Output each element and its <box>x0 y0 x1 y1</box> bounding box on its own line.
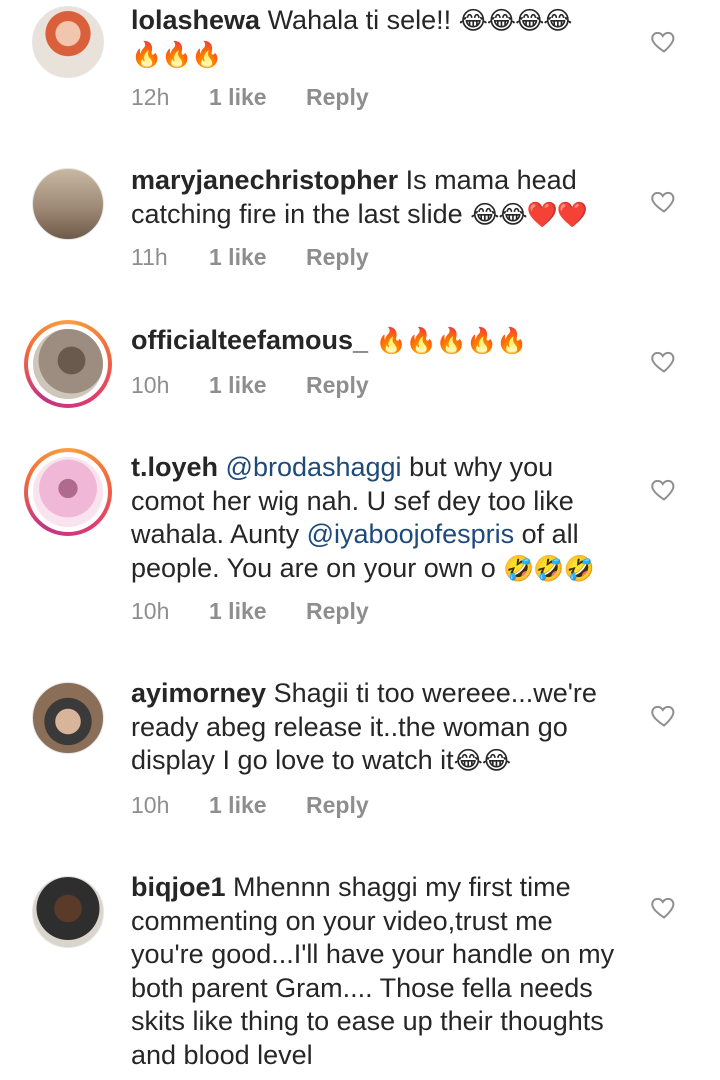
avatar-story-ring[interactable] <box>24 448 112 536</box>
mention-link[interactable]: @brodashaggi <box>226 452 402 482</box>
reply-button[interactable]: Reply <box>306 598 369 625</box>
avatar[interactable] <box>32 168 104 240</box>
comment-username[interactable]: officialteefamous_ <box>131 325 368 355</box>
comment-time: 10h <box>131 372 170 398</box>
comment-text: ayimorney Shagii ti too wereee...we're r… <box>131 677 631 778</box>
comment-likes[interactable]: 1 like <box>209 244 306 271</box>
reply-button[interactable]: Reply <box>306 372 369 399</box>
comment-username[interactable]: t.loyeh <box>131 452 218 482</box>
avatar-image <box>33 329 103 399</box>
comment-username[interactable]: lolashewa <box>131 5 260 35</box>
comment-text: maryjanechristopher Is mama head catchin… <box>131 164 631 231</box>
comment-time: 10h <box>131 598 170 624</box>
reply-button[interactable]: Reply <box>306 84 369 111</box>
avatar-image <box>32 876 104 948</box>
comment-username[interactable]: biqjoe1 <box>131 872 226 902</box>
comment-text: lolashewa Wahala ti sele!! 😂😂😂😂 🔥🔥🔥 <box>131 4 631 71</box>
heart-outline-icon[interactable] <box>650 27 678 55</box>
comment-emoji: 😂😂😂😂 <box>458 6 573 35</box>
comment-emoji: 🤣🤣🤣 <box>503 553 594 583</box>
comment-text: t.loyeh @brodashaggi but why you comot h… <box>131 451 631 585</box>
comment-meta: 10h 1 like Reply <box>131 598 369 625</box>
comment-emoji: 😂😂 <box>453 746 511 775</box>
heart-outline-icon[interactable] <box>650 893 678 921</box>
comment-time: 10h <box>131 792 170 818</box>
mention-link[interactable]: @iyaboojofespris <box>307 519 515 549</box>
comment-meta: 10h 1 like Reply <box>131 792 369 819</box>
comment-time: 12h <box>131 84 170 110</box>
comment-emoji: 🔥🔥🔥 <box>131 39 222 69</box>
comment-body: Wahala ti sele!! <box>267 5 459 35</box>
comment-likes[interactable]: 1 like <box>209 84 306 111</box>
comment-time: 11h <box>131 244 168 270</box>
reply-button[interactable]: Reply <box>306 244 369 271</box>
avatar-image <box>33 457 103 527</box>
comment-meta: 12h 1 like Reply <box>131 84 369 111</box>
avatar-image <box>32 682 104 754</box>
comment-meta: 10h 1 like Reply <box>131 372 369 399</box>
comment-likes[interactable]: 1 like <box>209 598 306 625</box>
avatar-image <box>32 168 104 240</box>
comment-username[interactable]: ayimorney <box>131 678 266 708</box>
avatar[interactable] <box>32 876 104 948</box>
avatar-image <box>32 6 104 78</box>
comment-text: officialteefamous_ 🔥🔥🔥🔥🔥 <box>131 324 631 358</box>
reply-button[interactable]: Reply <box>306 792 369 819</box>
avatar[interactable] <box>32 6 104 78</box>
avatar[interactable] <box>32 682 104 754</box>
comment-text: biqjoe1 Mhennn shaggi my first time comm… <box>131 871 631 1072</box>
comment-emoji: 😂😂❤️❤️ <box>470 199 588 229</box>
comment-meta: 11h 1 like Reply <box>131 244 369 271</box>
comment-username[interactable]: maryjanechristopher <box>131 165 398 195</box>
comment-emoji: 🔥🔥🔥🔥🔥 <box>375 326 528 355</box>
heart-outline-icon[interactable] <box>650 701 678 729</box>
heart-outline-icon[interactable] <box>650 347 678 375</box>
heart-outline-icon[interactable] <box>650 187 678 215</box>
heart-outline-icon[interactable] <box>650 475 678 503</box>
comment-likes[interactable]: 1 like <box>209 792 306 819</box>
comment-likes[interactable]: 1 like <box>209 372 306 399</box>
avatar-story-ring[interactable] <box>24 320 112 408</box>
